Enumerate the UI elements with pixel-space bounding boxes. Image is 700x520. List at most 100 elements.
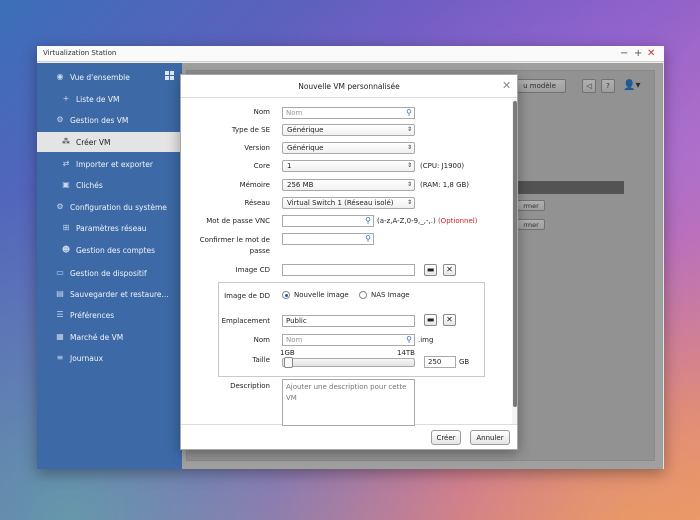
version-label: Version [244,144,270,152]
close-icon[interactable]: ✕ [502,79,511,92]
memory-label: Mémoire [239,181,270,189]
img-suffix: .img [418,336,434,344]
os-type-label: Type de SE [231,126,270,134]
backup-icon: ▤ [56,289,64,298]
users-icon: ☻ [61,245,71,254]
cpu-note: (CPU: J1900) [420,162,465,170]
sidebar-item-label: Importer et exporter [76,159,153,169]
market-icon: ▦ [56,332,64,341]
window-title: Virtualization Station [43,49,117,57]
chevron-down-icon: ⇕ [406,181,412,188]
vnc-hint: (a-z,A-Z,0-9,_,-,.) (Optionnel) [377,217,477,225]
vm-name-input[interactable]: Nom ⚲ [282,107,415,119]
os-type-value: Générique [287,126,324,134]
disk-image-label: Image de DD [224,292,270,300]
import-export-icon: ⇄ [62,159,70,168]
disk-name-label: Nom [253,336,270,344]
title-bar: Virtualization Station − + ✕ [37,46,664,62]
sidebar-item-vm-market[interactable]: ▦ Marché de VM [37,327,182,347]
chevron-down-icon: ⇕ [406,199,412,206]
dialog-title: Nouvelle VM personnalisée [181,75,517,98]
sidebar-item-label: Paramètres réseau [76,223,147,233]
core-select[interactable]: 1 ⇕ [282,160,415,172]
key-icon: ⚲ [365,234,371,243]
cluster-icon: ⁂ [62,137,70,146]
key-icon: ⚲ [406,108,412,117]
cd-image-input[interactable] [282,264,415,276]
size-slider-handle[interactable] [284,357,294,368]
sidebar-item-label: Gestion de dispositif [70,268,147,278]
confirm-password-input[interactable]: ⚲ [282,233,374,245]
plus-icon: + [62,94,70,103]
sidebar-item-create-vm[interactable]: ⁂ Créer VM [37,132,182,152]
sidebar-item-overview[interactable]: ◉ Vue d'ensemble [37,67,182,87]
sidebar-item-logs[interactable]: ≡ Journaux [37,348,182,368]
gear-icon: ⚙ [56,115,64,124]
size-unit: GB [459,358,470,366]
maximize-icon[interactable]: + [634,48,642,59]
sidebar-item-account-management[interactable]: ☻ Gestion des comptes [37,240,182,260]
sidebar-item-label: Créer VM [76,137,111,147]
sidebar-item-system-config[interactable]: ⚙ Configuration du système [37,197,182,217]
network-icon: ⊞ [62,223,70,232]
key-icon: ⚲ [406,335,412,344]
device-icon: ▭ [56,268,64,277]
network-label: Réseau [244,199,270,207]
sidebar-item-label: Journaux [70,353,104,363]
os-type-select[interactable]: Générique ⇕ [282,124,415,136]
log-icon: ≡ [56,353,64,362]
sidebar-item-vm-list[interactable]: + Liste de VM [37,89,182,109]
core-label: Core [253,162,270,170]
sidebar-item-label: Gestion des VM [70,115,129,125]
folder-icon[interactable]: ▬ [424,314,437,326]
optional-note: (Optionnel) [437,217,478,225]
network-select[interactable]: Virtual Switch 1 (Réseau isolé) ⇕ [282,197,415,209]
new-image-radio[interactable] [282,291,290,299]
clear-icon[interactable]: ✕ [443,264,456,276]
sidebar-item-label: Préférences [70,310,115,320]
memory-value: 256 MB [287,181,314,189]
sidebar-item-preferences[interactable]: ☰ Préférences [37,305,182,325]
sidebar-item-network-settings[interactable]: ⊞ Paramètres réseau [37,218,182,238]
scrollbar-thumb[interactable] [513,101,517,407]
cd-image-label: Image CD [235,266,270,274]
size-min-label: 1GB [280,349,295,357]
sidebar-item-device-management[interactable]: ▭ Gestion de dispositif [37,263,182,283]
sidebar-item-label: Vue d'ensemble [70,72,130,82]
name-label: Nom [253,108,270,116]
vnc-password-input[interactable]: ⚲ [282,215,374,227]
size-input[interactable]: 250 [424,356,456,368]
disk-name-input[interactable]: Nom ⚲ [282,334,415,346]
close-icon[interactable]: ✕ [647,48,655,59]
sidebar-item-label: Marché de VM [70,332,124,342]
create-button[interactable]: Créer [431,430,461,445]
camera-icon: ▣ [62,180,70,189]
cancel-button[interactable]: Annuler [470,430,510,445]
location-value: Public [286,317,307,325]
minimize-icon[interactable]: − [620,48,628,59]
key-icon: ⚲ [365,216,371,225]
clear-icon[interactable]: ✕ [443,314,456,326]
size-slider-track[interactable] [282,358,415,367]
nas-image-radio[interactable] [359,291,367,299]
sidebar-item-label: Liste de VM [76,94,120,104]
sidebar-item-vm-management[interactable]: ⚙ Gestion des VM [37,110,182,130]
chevron-down-icon: ⇕ [406,144,412,151]
sidebar: ◉ Vue d'ensemble + Liste de VM ⚙ Gestion… [37,63,182,469]
dialog-footer: Créer Annuler [181,424,517,449]
chevron-down-icon: ⇕ [406,126,412,133]
sidebar-item-backup-restore[interactable]: ▤ Sauvegarder et restaure... [37,284,182,304]
nas-image-option[interactable]: NAS Image [371,291,410,299]
size-label: Taille [252,356,270,364]
sidebar-item-label: Gestion des comptes [76,245,155,255]
version-select[interactable]: Générique ⇕ [282,142,415,154]
folder-icon[interactable]: ▬ [424,264,437,276]
new-image-option[interactable]: Nouvelle image [294,291,349,299]
description-input[interactable] [282,379,415,426]
memory-select[interactable]: 256 MB ⇕ [282,179,415,191]
sidebar-item-import-export[interactable]: ⇄ Importer et exporter [37,154,182,174]
sidebar-item-snapshots[interactable]: ▣ Clichés [37,175,182,195]
location-input[interactable]: Public [282,315,415,327]
circle-info-icon: ◉ [56,72,64,81]
sidebar-item-label: Clichés [76,180,103,190]
